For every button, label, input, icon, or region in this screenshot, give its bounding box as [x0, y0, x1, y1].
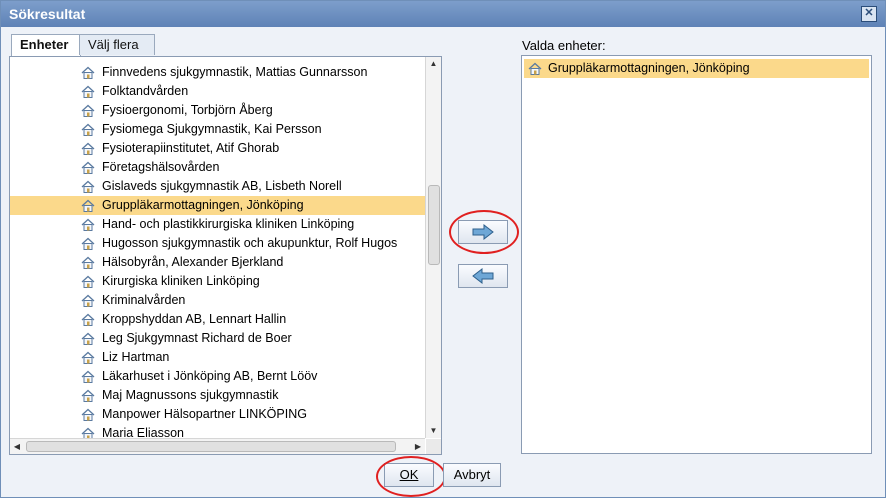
list-item-label: Fysioergonomi, Torbjörn Åberg [102, 103, 273, 117]
list-item[interactable]: Leg Sjukgymnast Richard de Boer [10, 329, 425, 348]
list-item-label: Kroppshyddan AB, Lennart Hallin [102, 312, 287, 326]
scroll-left-icon[interactable]: ◀ [10, 439, 24, 454]
close-button[interactable]: ✕ [861, 6, 877, 22]
list-item-label: Folktandvården [102, 84, 189, 98]
dialog-title: Sökresultat [9, 6, 86, 22]
tab-enheter[interactable]: Enheter [11, 34, 81, 57]
cancel-button-label: Avbryt [453, 467, 491, 482]
house-icon [81, 237, 95, 250]
list-item-label: Liz Hartman [102, 350, 170, 364]
list-item[interactable]: Hugosson sjukgymnastik och akupunktur, R… [10, 234, 425, 253]
house-icon [81, 256, 95, 269]
house-icon [81, 123, 95, 136]
house-icon [81, 275, 95, 288]
list-item[interactable]: Maj Magnussons sjukgymnastik [10, 386, 425, 405]
list-item-label: Hand- och plastikkirurgiska kliniken Lin… [102, 217, 355, 231]
close-icon: ✕ [864, 7, 874, 19]
list-item[interactable]: Liz Hartman [10, 348, 425, 367]
house-icon [81, 370, 95, 383]
list-item-label: Läkarhuset i Jönköping AB, Bernt Lööv [102, 369, 318, 383]
list-item[interactable]: Företagshälsovården [10, 158, 425, 177]
list-item-label: Kriminalvården [102, 293, 186, 307]
list-item[interactable]: Kroppshyddan AB, Lennart Hallin [10, 310, 425, 329]
horizontal-scroll-thumb[interactable] [26, 441, 396, 452]
list-item[interactable]: Läkarhuset i Jönköping AB, Bernt Lööv [10, 367, 425, 386]
scroll-up-icon[interactable]: ▲ [426, 57, 441, 71]
list-item[interactable]: Kriminalvården [10, 291, 425, 310]
scroll-down-icon[interactable]: ▼ [426, 424, 441, 438]
cancel-button[interactable]: Avbryt [443, 463, 501, 487]
house-icon [81, 85, 95, 98]
selected-unit-label: Gruppläkarmottagningen, Jönköping [548, 61, 750, 75]
list-item[interactable]: Fysiomega Sjukgymnastik, Kai Persson [10, 120, 425, 139]
house-icon [81, 199, 95, 212]
list-item-label: Finnvedens sjukgymnastik, Mattias Gunnar… [102, 65, 368, 79]
selected-unit-item[interactable]: Gruppläkarmottagningen, Jönköping [524, 59, 869, 78]
house-icon [81, 389, 95, 402]
list-item[interactable]: Gruppläkarmottagningen, Jönköping [10, 196, 425, 215]
horizontal-scrollbar[interactable]: ◀ ▶ [10, 438, 425, 454]
list-item-label: Gruppläkarmottagningen, Jönköping [102, 198, 304, 212]
house-icon [81, 332, 95, 345]
list-item[interactable]: Maria Eliasson [10, 424, 425, 438]
house-icon [81, 161, 95, 174]
selected-units-label: Valda enheter: [522, 38, 606, 53]
list-item-label: Fysioterapiinstitutet, Atif Ghorab [102, 141, 280, 155]
scroll-corner [426, 439, 441, 454]
remove-selected-button[interactable] [458, 264, 508, 288]
search-results-dialog: Sökresultat ✕ Enheter Välj flera Finnved… [0, 0, 886, 498]
vertical-scroll-thumb[interactable] [428, 185, 440, 265]
list-item-label: Maj Magnussons sjukgymnastik [102, 388, 279, 402]
unit-list-panel: Finnvedens sjukgymnastik, Mattias Gunnar… [9, 56, 442, 455]
list-item[interactable]: Fysioergonomi, Torbjörn Åberg [10, 101, 425, 120]
highlight-ring-add [449, 210, 519, 254]
selected-units-panel: Gruppläkarmottagningen, Jönköping [521, 55, 872, 454]
house-icon [81, 104, 95, 117]
house-icon [81, 180, 95, 193]
house-icon [81, 294, 95, 307]
list-item-label: Manpower Hälsopartner LINKÖPING [102, 407, 307, 421]
list-item[interactable]: Hälsobyrån, Alexander Bjerkland [10, 253, 425, 272]
list-item-label: Leg Sjukgymnast Richard de Boer [102, 331, 292, 345]
list-item-label: Kirurgiska kliniken Linköping [102, 274, 260, 288]
house-icon [81, 408, 95, 421]
scroll-right-icon[interactable]: ▶ [411, 439, 425, 454]
list-item-label: Fysiomega Sjukgymnastik, Kai Persson [102, 122, 322, 136]
house-icon [81, 427, 95, 438]
house-icon [528, 62, 542, 75]
list-item[interactable]: Hand- och plastikkirurgiska kliniken Lin… [10, 215, 425, 234]
house-icon [81, 66, 95, 79]
list-item[interactable]: Gislaveds sjukgymnastik AB, Lisbeth Nore… [10, 177, 425, 196]
list-item[interactable]: Finnvedens sjukgymnastik, Mattias Gunnar… [10, 63, 425, 82]
list-item[interactable]: Folktandvården [10, 82, 425, 101]
list-item-label: Hälsobyrån, Alexander Bjerkland [102, 255, 284, 269]
list-item-label: Gislaveds sjukgymnastik AB, Lisbeth Nore… [102, 179, 342, 193]
list-item-label: Företagshälsovården [102, 160, 220, 174]
list-item[interactable]: Manpower Hälsopartner LINKÖPING [10, 405, 425, 424]
list-item[interactable]: Fysioterapiinstitutet, Atif Ghorab [10, 139, 425, 158]
house-icon [81, 142, 95, 155]
vertical-scrollbar[interactable]: ▲ ▼ [425, 57, 441, 438]
house-icon [81, 218, 95, 231]
list-item[interactable]: Kirurgiska kliniken Linköping [10, 272, 425, 291]
title-bar: Sökresultat ✕ [1, 1, 885, 27]
unit-list: Finnvedens sjukgymnastik, Mattias Gunnar… [10, 57, 425, 438]
highlight-ring-ok [376, 456, 446, 497]
house-icon [81, 351, 95, 364]
list-item-label: Maria Eliasson [102, 426, 184, 438]
tab-valj-flera[interactable]: Välj flera [79, 34, 155, 55]
arrow-left-icon [472, 268, 494, 284]
house-icon [81, 313, 95, 326]
list-item-label: Hugosson sjukgymnastik och akupunktur, R… [102, 236, 398, 250]
